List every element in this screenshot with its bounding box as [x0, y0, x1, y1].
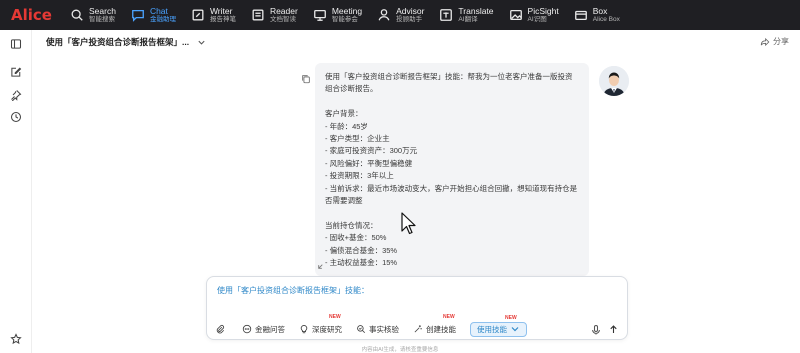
nav-title: Search [89, 5, 116, 16]
new-badge: NEW [505, 314, 517, 321]
advisor-icon [377, 8, 391, 22]
nav-reader[interactable]: Reader 文档智读 [247, 0, 302, 30]
translate-icon [439, 8, 453, 22]
composer-input[interactable]: 使用「客户投资组合诊断报告框架」技能： [217, 285, 369, 296]
nav-picsight[interactable]: PicSight AI识图 [505, 0, 563, 30]
tool-label: 深度研究 [312, 324, 342, 334]
top-nav: Alice Search 智能搜索 Chat 金融助理 Writer 报告神笔 Rea… [0, 0, 800, 30]
sidebar-toggle-icon[interactable] [9, 37, 23, 51]
pen-icon [191, 8, 205, 22]
tool-label: 使用技能 [477, 324, 507, 334]
rewind-icon[interactable] [316, 258, 325, 269]
nav-title: Translate [458, 5, 494, 16]
tool-label: 金融问答 [255, 324, 285, 334]
nav-title: Meeting [331, 5, 363, 16]
app-logo[interactable]: Alice [0, 6, 66, 24]
nav-title: Advisor [396, 5, 425, 16]
chevron-down-icon[interactable] [196, 37, 206, 47]
check-search-icon [357, 325, 366, 334]
user-message-text: 使用「客户投资组合诊断报告框架」技能：帮我为一位老客户准备一版投资组合诊断报告。… [325, 72, 578, 268]
box-icon [574, 8, 588, 22]
composer-toolbar: 金融问答 NEW 深度研究 事实核验 NEW 创建技能 NEW 使用技能 [215, 314, 541, 337]
book-icon [251, 8, 265, 22]
attach-button[interactable] [215, 322, 228, 337]
search-icon [70, 8, 84, 22]
conversation-title: 使用「客户投资组合诊断报告框架」... [46, 37, 190, 47]
nav-box[interactable]: Box Alice Box [570, 0, 624, 30]
left-rail [0, 30, 32, 353]
tool-label: 创建技能 [426, 324, 456, 334]
nav-advisor[interactable]: Advisor 投顾助手 [373, 0, 428, 30]
chat-icon [131, 8, 145, 22]
nav-subtitle: 投顾助手 [396, 16, 423, 23]
nav-subtitle: 文档智读 [269, 16, 296, 23]
nav-subtitle: 智能参会 [331, 16, 358, 23]
tool-use-skill[interactable]: NEW 使用技能 [470, 315, 527, 337]
bulb-icon [300, 325, 308, 334]
share-icon [760, 37, 770, 46]
chat-composer[interactable]: 使用「客户投资组合诊断报告框架」技能： 金融问答 NEW 深度研究 事实核验 N… [206, 276, 628, 340]
nav-translate[interactable]: Translate AI翻译 [435, 0, 497, 30]
ai-disclaimer: 内容由AI生成，请核查重要信息 [361, 347, 439, 353]
nav-subtitle: AI识图 [527, 16, 547, 23]
new-badge: NEW [329, 313, 341, 320]
wand-icon [414, 325, 422, 333]
tool-deep-research[interactable]: NEW 深度研究 [299, 314, 342, 337]
nav-title: Writer [209, 5, 233, 16]
nav-writer[interactable]: Writer 报告神笔 [187, 0, 240, 30]
nav-search[interactable]: Search 智能搜索 [66, 0, 120, 30]
conversation-header: 使用「客户投资组合诊断报告框架」... 分享 [32, 30, 800, 54]
nav-chat[interactable]: Chat 金融助理 [127, 0, 180, 30]
nav-subtitle: 智能搜索 [89, 16, 115, 23]
share-button[interactable]: 分享 [760, 36, 789, 47]
avatar [599, 66, 629, 96]
nav-title: Reader [269, 5, 298, 16]
copy-icon[interactable] [301, 71, 311, 84]
nav-subtitle: 报告神笔 [209, 16, 236, 23]
share-label: 分享 [773, 37, 789, 46]
new-badge: NEW [443, 313, 455, 320]
nav-subtitle: Alice Box [592, 16, 620, 23]
paperclip-icon [216, 324, 225, 334]
tool-create-skill[interactable]: NEW 创建技能 [413, 314, 456, 337]
tool-fact-check[interactable]: 事实核验 [356, 322, 399, 337]
history-icon[interactable] [9, 110, 23, 124]
nav-title: Box [592, 5, 608, 16]
nav-subtitle: AI翻译 [458, 16, 478, 23]
new-chat-icon[interactable] [9, 65, 23, 79]
pin-icon[interactable] [9, 88, 23, 102]
image-icon [509, 8, 523, 22]
arrow-up-icon [609, 324, 617, 333]
chevron-down-icon [511, 327, 519, 332]
nav-title: Chat [149, 5, 168, 16]
nav-meeting[interactable]: Meeting 智能参会 [309, 0, 366, 30]
send-button[interactable] [605, 321, 621, 337]
tool-label: 事实核验 [369, 324, 399, 334]
tool-financial-qa[interactable]: 金融问答 [242, 322, 285, 337]
mouse-cursor-icon [401, 212, 416, 235]
microphone-icon[interactable] [590, 323, 602, 335]
nav-title: PicSight [527, 5, 559, 16]
meeting-icon [313, 8, 327, 22]
chat-bubble-icon [242, 324, 252, 334]
favorites-icon[interactable] [9, 332, 23, 346]
nav-subtitle: 金融助理 [149, 16, 176, 23]
user-message-bubble: 使用「客户投资组合诊断报告框架」技能：帮我为一位老客户准备一版投资组合诊断报告。… [315, 63, 589, 276]
